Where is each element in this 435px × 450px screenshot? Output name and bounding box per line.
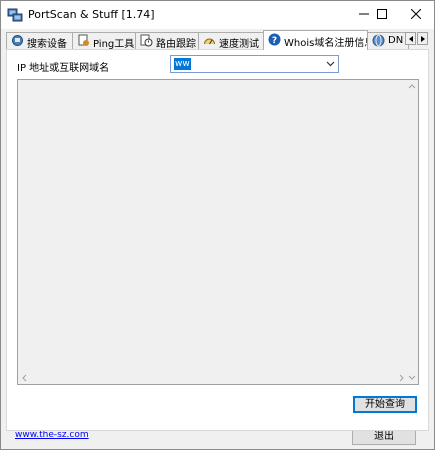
tab-label: Whois域名注册信息 [284,38,368,49]
website-link[interactable]: www.the-sz.com [15,430,89,440]
main-window: PortScan & Stuff [1.74] 搜索设备 Ping工具 路由跟踪… [0,0,435,450]
start-query-button[interactable]: 开始查询 [353,396,417,413]
horizontal-scrollbar[interactable] [18,372,406,384]
window-title: PortScan & Stuff [1.74] [28,8,155,21]
scroll-down-icon[interactable] [408,375,416,380]
help-question-icon: ? [268,33,281,46]
tab-traceroute[interactable]: 路由跟踪 [135,32,199,49]
scroll-right-icon[interactable] [399,374,404,382]
close-button[interactable] [398,1,434,27]
tab-label: DN [388,35,404,46]
whois-output-area[interactable] [17,79,419,385]
dns-globe-icon [372,34,385,47]
scroll-left-icon[interactable] [22,374,27,382]
tab-scroll-arrows [405,32,429,46]
title-bar[interactable]: PortScan & Stuff [1.74] [1,1,434,29]
app-network-icon [7,8,23,22]
tab-label: 搜索设备 [27,39,67,49]
caret-right-icon [421,36,425,42]
route-clock-icon [140,34,153,47]
close-icon [411,9,421,19]
tab-speed-test[interactable]: 速度测试 [198,32,264,49]
maximize-icon [377,9,387,19]
tab-whois[interactable]: ? Whois域名注册信息 [263,30,368,50]
network-search-icon [12,35,23,46]
chevron-down-icon[interactable] [326,61,335,67]
tab-scroll-left-button[interactable] [405,32,416,45]
tab-strip: 搜索设备 Ping工具 路由跟踪 速度测试 ? Whois域名注册信息 DN [6,30,429,50]
speed-gauge-icon [204,38,215,45]
tab-search-devices[interactable]: 搜索设备 [6,32,73,49]
ip-domain-label: IP 地址或互联网域名 [17,63,110,74]
tab-scroll-right-button[interactable] [417,32,428,45]
scroll-up-icon[interactable] [408,84,416,89]
tab-label: 路由跟踪 [156,39,196,49]
domain-combobox[interactable]: ww [170,55,339,73]
tab-dns[interactable]: DN [367,32,409,49]
domain-input-value[interactable]: ww [174,58,191,70]
tab-label: 速度测试 [219,39,259,49]
whois-panel: IP 地址或互联网域名 ww 开始查询 [6,49,429,431]
ping-document-icon [78,34,89,46]
svg-text:?: ? [272,36,277,46]
vertical-scrollbar[interactable] [406,80,418,384]
tab-label: Ping工具 [93,39,135,49]
tab-ping-tool[interactable]: Ping工具 [72,32,136,49]
maximize-button[interactable] [364,1,400,27]
caret-left-icon [409,36,413,42]
